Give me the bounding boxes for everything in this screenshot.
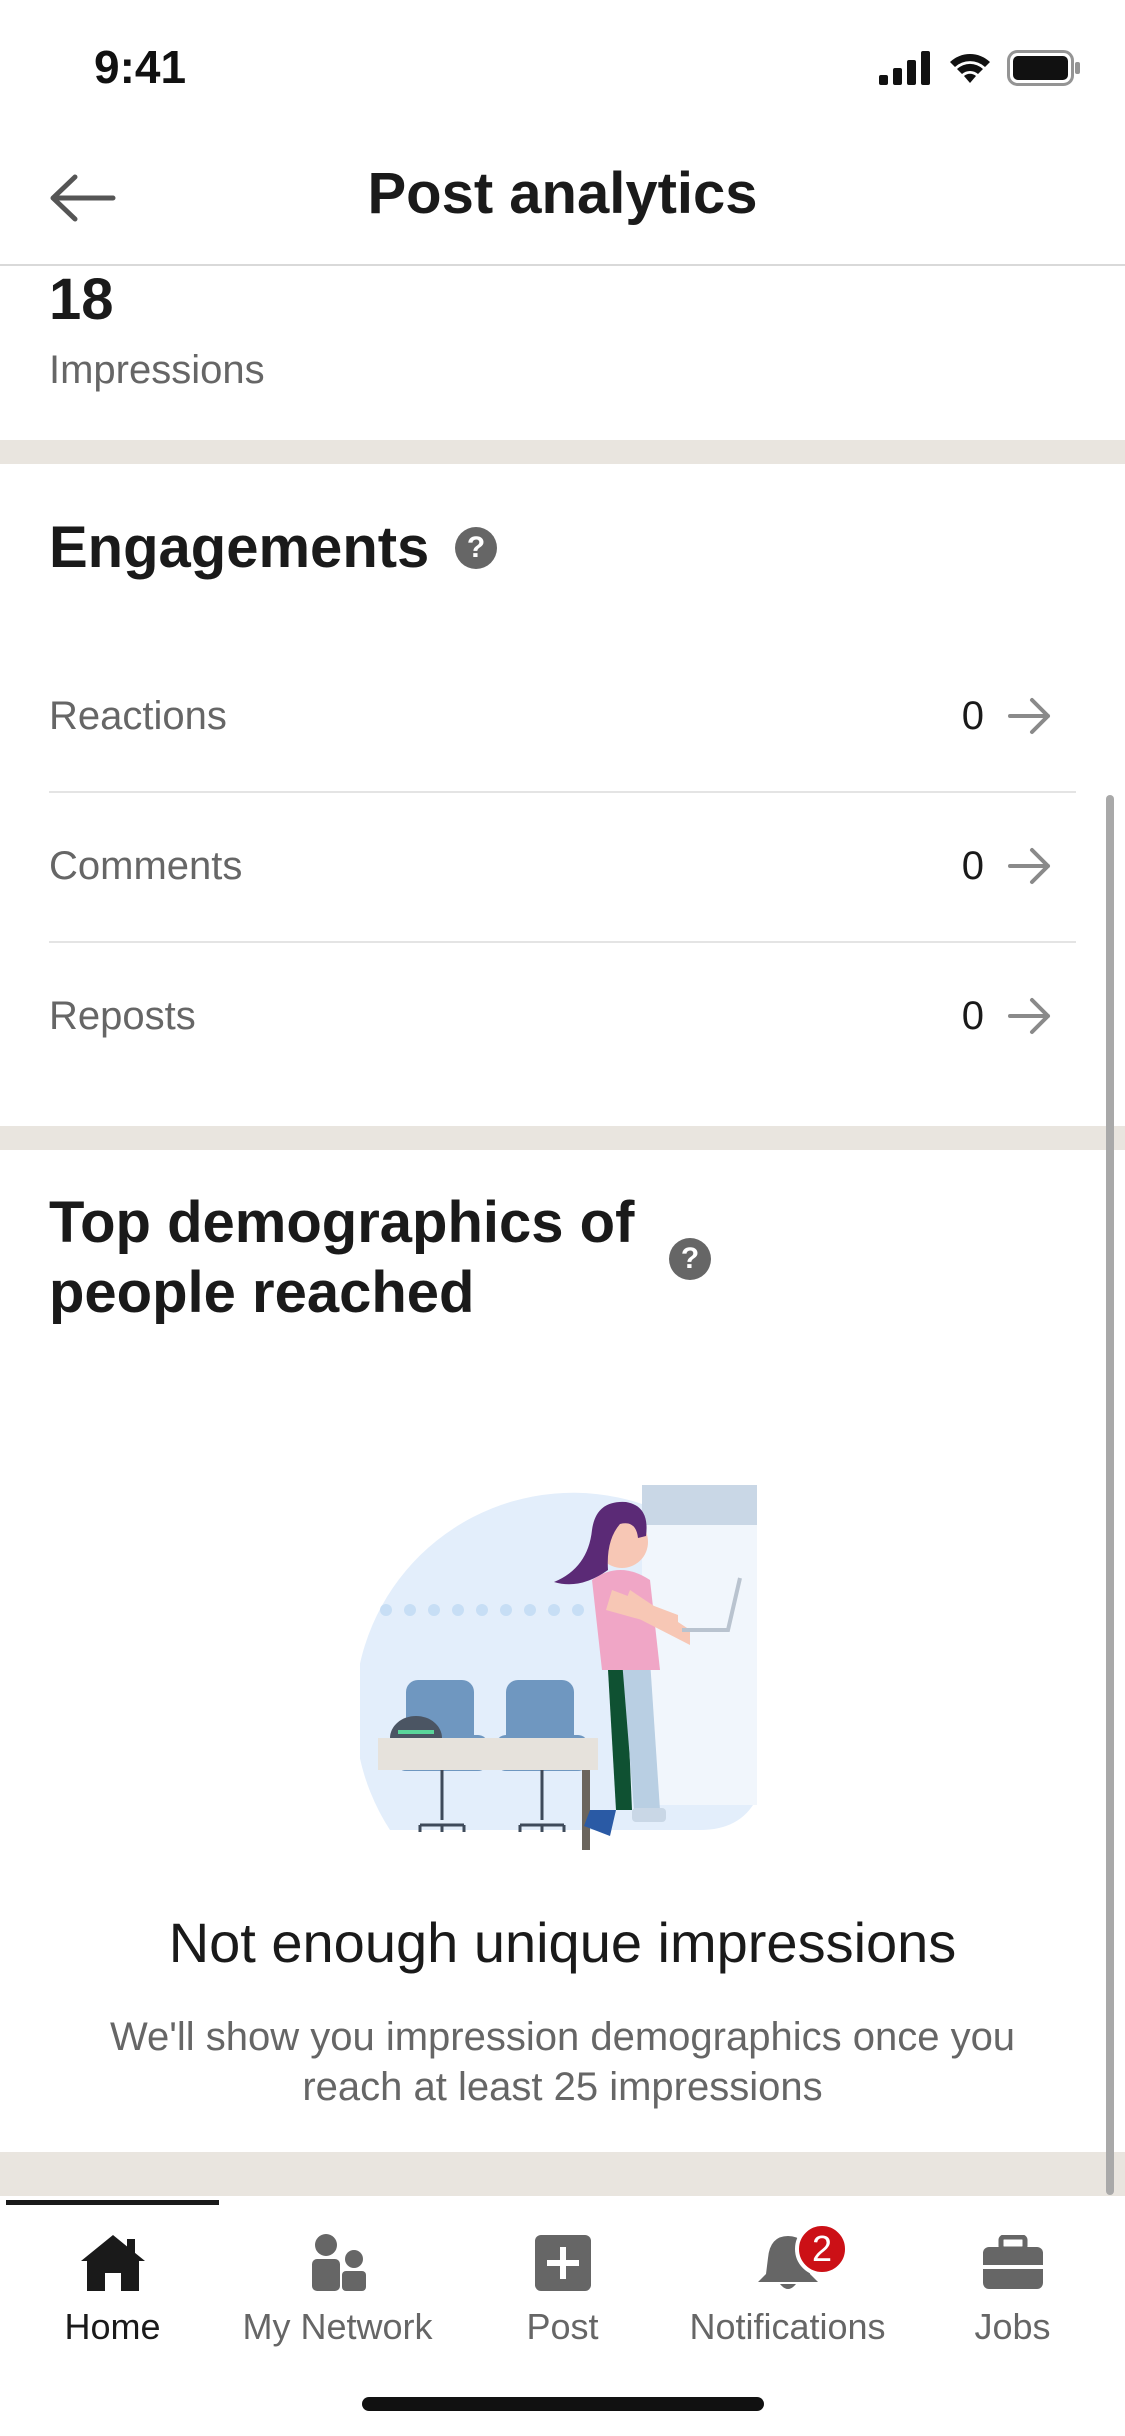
- tab-jobs[interactable]: Jobs: [900, 2214, 1125, 2347]
- empty-state-title: Not enough unique impressions: [168, 1911, 957, 1974]
- impressions-label: Impressions: [49, 348, 265, 392]
- notification-badge: 2: [795, 2222, 849, 2276]
- row-value: 0: [961, 844, 984, 888]
- active-tab-indicator: [6, 2200, 219, 2205]
- home-icon: [80, 2235, 145, 2291]
- engagements-help-icon[interactable]: ?: [455, 527, 497, 569]
- header: Post analytics: [0, 130, 1125, 266]
- demographics-title-line1: Top demographics of: [49, 1190, 635, 1255]
- status-icons: [879, 46, 1081, 90]
- arrow-right-icon: [1008, 848, 1050, 884]
- demographics-title-line2: people reached: [49, 1260, 475, 1325]
- network-icon: [311, 2234, 366, 2291]
- page-title: Post analytics: [367, 161, 758, 226]
- empty-desc-line1: We'll show you impression demographics o…: [109, 2015, 1016, 2059]
- scrollbar[interactable]: [1106, 795, 1114, 2195]
- signal-icon: [879, 51, 930, 85]
- row-value: 0: [961, 994, 984, 1038]
- battery-icon: [1007, 50, 1080, 86]
- tab-my-network[interactable]: My Network: [225, 2214, 450, 2347]
- demographics-title: Top demographics of people reached: [49, 1188, 634, 1328]
- post-icon: [534, 2235, 591, 2291]
- tab-label: My Network: [242, 2306, 433, 2347]
- row-label: Reposts: [49, 994, 196, 1038]
- tab-label: Notifications: [689, 2306, 886, 2347]
- tab-label: Post: [526, 2306, 599, 2347]
- empty-state-illustration: [360, 1485, 757, 1850]
- status-time: 9:41: [94, 41, 187, 93]
- section-divider: [0, 1126, 1125, 1150]
- section-divider: [0, 2152, 1125, 2196]
- status-bar: 9:41: [0, 0, 1125, 130]
- empty-desc-line2: reach at least 25 impressions: [302, 2065, 823, 2109]
- tab-label: Home: [64, 2306, 161, 2347]
- engagement-row-reactions[interactable]: Reactions 0: [49, 641, 1076, 791]
- arrow-right-icon: [1008, 998, 1050, 1034]
- demographics-help-icon[interactable]: ?: [669, 1238, 711, 1280]
- tab-label: Jobs: [974, 2306, 1051, 2347]
- empty-state-description: We'll show you impression demographics o…: [60, 2012, 1065, 2112]
- row-value: 0: [961, 694, 984, 738]
- row-label: Comments: [49, 844, 243, 888]
- briefcase-icon: [982, 2235, 1043, 2289]
- row-label: Reactions: [49, 694, 227, 738]
- engagement-row-comments[interactable]: Comments 0: [49, 791, 1076, 941]
- engagement-row-reposts[interactable]: Reposts 0: [49, 941, 1076, 1091]
- arrow-right-icon: [1008, 698, 1050, 734]
- engagements-title: Engagements: [49, 515, 430, 580]
- tab-post[interactable]: Post: [450, 2214, 675, 2347]
- tab-notifications[interactable]: 2 Notifications: [675, 2214, 900, 2347]
- impressions-value: 18: [49, 267, 114, 332]
- tab-home[interactable]: Home: [0, 2214, 225, 2347]
- impressions-summary: 18 Impressions: [0, 266, 1125, 440]
- section-divider: [0, 440, 1125, 464]
- wifi-icon: [950, 54, 990, 83]
- home-indicator: [362, 2397, 764, 2411]
